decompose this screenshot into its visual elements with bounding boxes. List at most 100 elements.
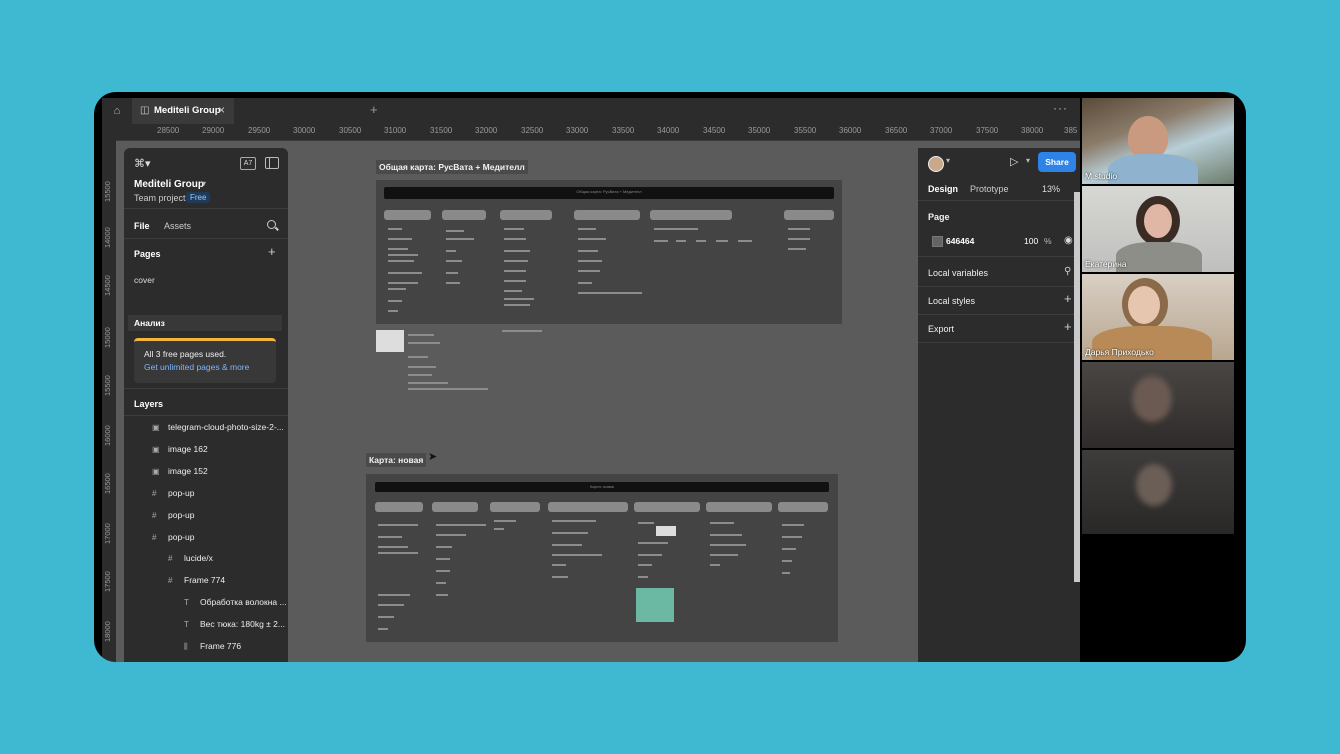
frame-icon: # bbox=[152, 511, 157, 520]
tab-file[interactable]: ◫ Mediteli Group × bbox=[132, 98, 234, 124]
text-line bbox=[378, 524, 418, 526]
layer-row[interactable]: # pop-up bbox=[152, 532, 194, 548]
background-opacity-input[interactable]: 100 bbox=[1024, 236, 1038, 246]
ai-icon[interactable]: A7 bbox=[240, 157, 256, 170]
new-tab-button[interactable]: + bbox=[370, 102, 378, 117]
page-item[interactable]: cover bbox=[134, 275, 155, 285]
close-icon[interactable]: × bbox=[218, 103, 225, 117]
ruler-label: 16000 bbox=[103, 425, 112, 446]
play-icon[interactable]: ▷ bbox=[1010, 155, 1018, 168]
column-header bbox=[500, 210, 552, 220]
layer-label: pop-up bbox=[168, 510, 195, 520]
text-line bbox=[378, 546, 408, 548]
text-line bbox=[388, 254, 418, 256]
layer-row[interactable]: T Вес тюка: 180kg ± 2... bbox=[184, 619, 285, 635]
image-thumbnail[interactable] bbox=[636, 588, 674, 622]
layer-row[interactable]: # Frame 774 bbox=[168, 575, 225, 591]
column-header bbox=[778, 502, 828, 512]
text-icon: T bbox=[184, 598, 189, 607]
layer-row[interactable]: ▣ telegram-cloud-photo-size-2-... bbox=[152, 422, 284, 438]
search-icon[interactable] bbox=[267, 220, 276, 229]
ruler-label: 29000 bbox=[202, 126, 225, 135]
home-icon[interactable]: ⌂ bbox=[110, 104, 124, 118]
text-line bbox=[446, 250, 456, 252]
layer-row[interactable]: ▣ image 162 bbox=[152, 444, 208, 460]
layer-row[interactable]: # pop-up bbox=[152, 488, 194, 504]
video-tile[interactable] bbox=[1082, 362, 1234, 448]
upgrade-link[interactable]: Get unlimited pages & more bbox=[144, 362, 249, 372]
avatar[interactable] bbox=[928, 156, 944, 172]
layer-row[interactable]: T Обработка волокна ... bbox=[184, 597, 287, 613]
text-line bbox=[388, 238, 412, 240]
more-icon[interactable]: ··· bbox=[1053, 101, 1068, 115]
ruler-label: 32000 bbox=[475, 126, 498, 135]
ruler-label: 15500 bbox=[103, 375, 112, 396]
layer-label: image 152 bbox=[168, 466, 208, 476]
variables-icon[interactable]: ⚲ bbox=[1064, 266, 1071, 277]
eye-icon[interactable]: ◉ bbox=[1064, 235, 1073, 246]
page-item-selected[interactable]: Анализ bbox=[128, 315, 282, 331]
figma-menu-icon[interactable]: ⌘▾ bbox=[134, 157, 151, 170]
text-line bbox=[408, 388, 488, 390]
video-tile[interactable]: M studio bbox=[1082, 98, 1234, 184]
video-tile[interactable] bbox=[1082, 450, 1234, 534]
text-line bbox=[552, 544, 582, 546]
text-line bbox=[578, 260, 602, 262]
background-hex-input[interactable]: 646464 bbox=[946, 236, 974, 246]
layer-row[interactable]: # lucide/x bbox=[168, 553, 213, 569]
add-export-button[interactable]: + bbox=[1064, 319, 1072, 334]
frame-icon: # bbox=[152, 489, 157, 498]
layer-label: Frame 776 bbox=[200, 641, 242, 651]
chevron-down-icon[interactable]: ▾ bbox=[946, 156, 950, 165]
add-style-button[interactable]: + bbox=[1064, 291, 1072, 306]
ruler-label: 14500 bbox=[103, 275, 112, 296]
autolayout-icon: ⫼ bbox=[184, 642, 188, 651]
ruler-label: 36500 bbox=[885, 126, 908, 135]
participant-name: Дарья Приходько bbox=[1085, 347, 1154, 357]
ruler-label: 36000 bbox=[839, 126, 862, 135]
text-line bbox=[552, 520, 596, 522]
zoom-level[interactable]: 13% bbox=[1042, 184, 1060, 194]
frame-label[interactable]: Карта: новая bbox=[366, 453, 427, 467]
tab-file[interactable]: File bbox=[134, 221, 150, 231]
share-button[interactable]: Share bbox=[1038, 152, 1076, 172]
ruler-label: 31000 bbox=[384, 126, 407, 135]
tab-prototype[interactable]: Prototype bbox=[970, 184, 1009, 194]
divider bbox=[918, 314, 1080, 315]
participant-face bbox=[1144, 204, 1172, 238]
layer-row[interactable]: ▣ image 152 bbox=[152, 466, 208, 482]
tab-assets[interactable]: Assets bbox=[164, 221, 191, 231]
ruler-label: 16500 bbox=[103, 473, 112, 494]
divider bbox=[918, 286, 1080, 287]
text-line bbox=[408, 342, 440, 344]
chevron-down-icon[interactable]: ▾ bbox=[202, 179, 206, 188]
layer-label: image 162 bbox=[168, 444, 208, 454]
export-label[interactable]: Export bbox=[928, 324, 954, 334]
video-tile[interactable]: Екатерина bbox=[1082, 186, 1234, 272]
file-icon: ◫ bbox=[140, 105, 150, 116]
image-thumbnail[interactable] bbox=[656, 526, 676, 536]
image-thumbnail[interactable] bbox=[376, 330, 404, 352]
text-line bbox=[408, 374, 432, 376]
layer-row[interactable]: # pop-up bbox=[152, 510, 194, 526]
tab-design[interactable]: Design bbox=[928, 184, 958, 194]
frame-label[interactable]: Общая карта: РусВата + Медителл bbox=[376, 160, 528, 174]
toggle-panel-icon[interactable] bbox=[265, 157, 279, 169]
text-line bbox=[504, 280, 526, 282]
canvas-frame-general-map[interactable]: Общая карта: РусВата + Медителл bbox=[376, 180, 842, 324]
local-styles-label[interactable]: Local styles bbox=[928, 296, 975, 306]
ruler-label: 37000 bbox=[930, 126, 953, 135]
color-swatch[interactable] bbox=[932, 236, 943, 247]
video-tile[interactable]: Дарья Приходько bbox=[1082, 274, 1234, 360]
layer-row[interactable]: ⫼ Frame 776 bbox=[184, 641, 241, 657]
local-variables-label[interactable]: Local variables bbox=[928, 268, 988, 278]
layer-label: pop-up bbox=[168, 532, 195, 542]
chevron-down-icon[interactable]: ▾ bbox=[1026, 156, 1030, 165]
left-panel: ⌘▾ A7 Mediteli Group ▾ Team project Free… bbox=[124, 148, 288, 662]
column-header bbox=[432, 502, 478, 512]
background-window bbox=[1074, 192, 1080, 582]
canvas-frame-new-map[interactable]: Карта: новая bbox=[366, 474, 838, 642]
column-header bbox=[706, 502, 772, 512]
add-page-button[interactable]: + bbox=[268, 244, 276, 259]
project-name[interactable]: Mediteli Group bbox=[134, 179, 204, 190]
